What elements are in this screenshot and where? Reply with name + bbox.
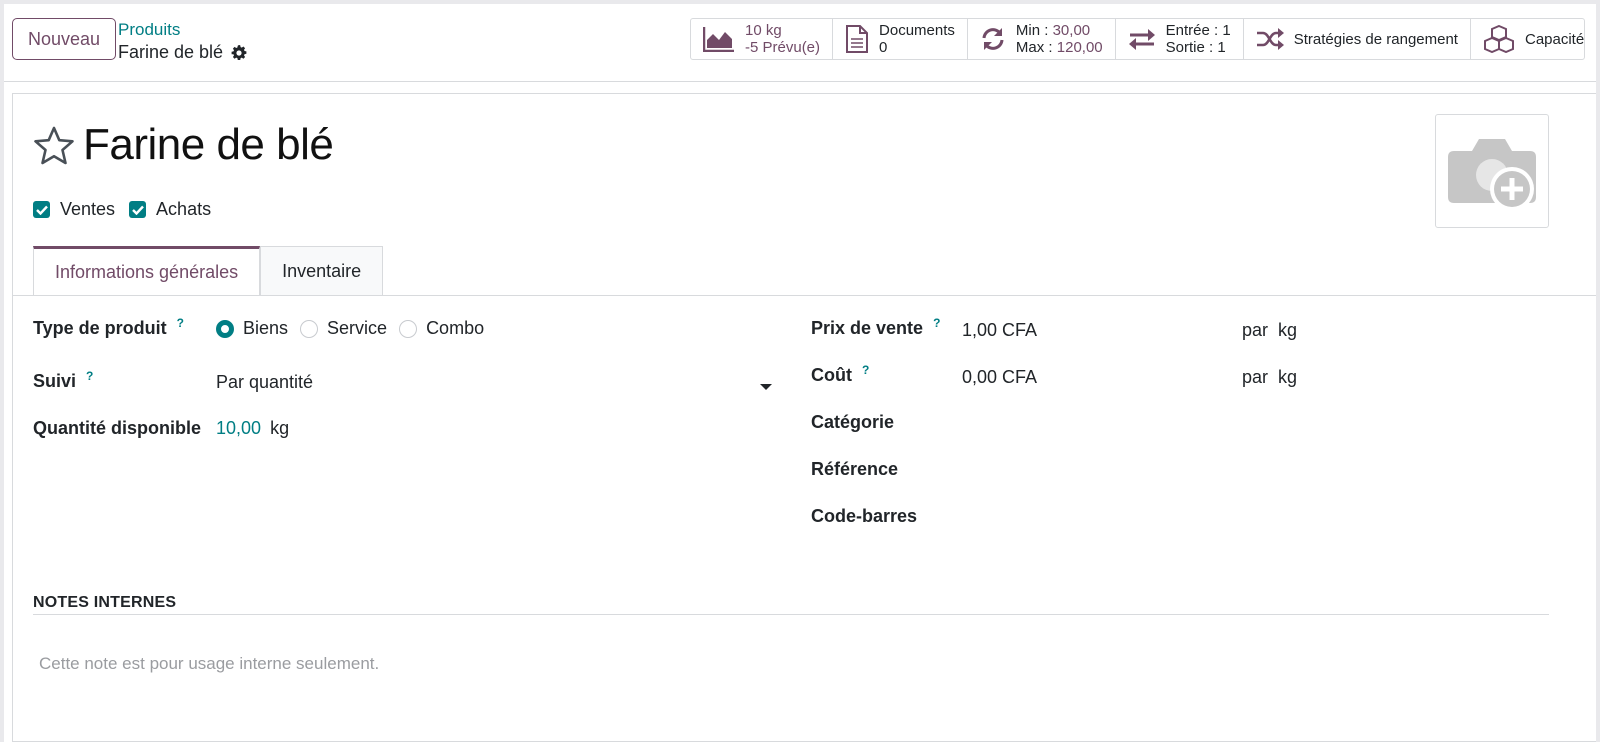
product-type-label-text: Type de produit	[33, 318, 167, 338]
radio-service-dot	[300, 319, 319, 338]
forecast-onhand: 10 kg	[745, 22, 782, 39]
moves-in: Entrée : 1	[1165, 22, 1231, 39]
reorder-min: Min : 30,00	[1016, 22, 1103, 39]
reorder-min-value: 30,00	[1052, 22, 1091, 39]
cost-label-text: Coût	[811, 365, 852, 385]
radio-goods-label: Biens	[243, 318, 289, 338]
cubes-icon	[1483, 25, 1514, 53]
breadcrumb-products[interactable]: Produits	[118, 20, 180, 40]
qty-available-label: Quantité disponible	[33, 418, 202, 438]
purchase-checkbox[interactable]	[129, 201, 147, 218]
radio-service-label: Service	[327, 318, 388, 338]
star-icon[interactable]	[33, 125, 75, 167]
record-title: Farine de blé	[118, 42, 247, 63]
tab-inventory[interactable]: Inventaire	[260, 246, 384, 296]
capacity-label: Capacité	[1524, 30, 1585, 48]
area-chart-icon	[703, 27, 734, 52]
cost-unit: kg	[1278, 367, 1298, 387]
documents-count: 0	[879, 39, 888, 56]
new-button[interactable]: Nouveau	[12, 18, 116, 60]
sale-price-input[interactable]: 1,00 CFA	[962, 320, 1037, 341]
check-icon	[131, 205, 144, 215]
record-title-text: Farine de blé	[118, 42, 224, 62]
help-icon[interactable]: ?	[177, 316, 184, 330]
radio-service[interactable]: Service	[300, 318, 387, 339]
smart-buttons: 10 kg -5 Prévu(e) Documents 0 Min: 30,0…	[690, 18, 1586, 60]
sales-checkbox[interactable]	[33, 201, 50, 218]
product-image-upload[interactable]	[1435, 114, 1549, 228]
help-icon[interactable]: ?	[86, 369, 93, 383]
capacity-smart-button[interactable]: Capacité	[1471, 19, 1584, 59]
reordering-smart-button[interactable]: Min : 30,00 Max : 120,00	[968, 19, 1116, 59]
cost-uom: par kg	[1242, 367, 1297, 388]
sale-price-uom: par kg	[1242, 320, 1297, 341]
reference-label: Référence	[811, 459, 899, 479]
tab-divider	[13, 295, 1596, 296]
documents-smart-button[interactable]: Documents 0	[833, 19, 968, 59]
internal-notes-divider	[33, 614, 1549, 615]
cost-input[interactable]: 0,00 CFA	[962, 367, 1037, 388]
help-icon[interactable]: ?	[933, 316, 940, 330]
radio-combo-label: Combo	[426, 318, 485, 338]
form-sheet: Farine de blé Ventes Achats Informations…	[12, 93, 1596, 742]
purchase-label: Achats	[156, 199, 212, 219]
cost-per: par	[1242, 367, 1269, 387]
internal-notes-heading: NOTES INTERNES	[33, 594, 177, 611]
forecast-smart-button[interactable]: 10 kg -5 Prévu(e)	[691, 19, 834, 59]
category-label: Catégorie	[811, 412, 895, 432]
refresh-icon	[982, 28, 1004, 50]
qty-available-value: 10,00 kg	[216, 418, 289, 439]
reorder-max: Max : 120,00	[1016, 39, 1103, 56]
putaway-smart-button[interactable]: Stratégies de rangement	[1244, 19, 1471, 59]
camera-plus-icon	[1448, 139, 1536, 211]
radio-goods-dot	[216, 319, 234, 338]
internal-notes-input[interactable]: Cette note est pour usage interne seulem…	[39, 654, 379, 674]
sale-price-unit: kg	[1278, 320, 1298, 340]
reorder-max-label: Max :	[1015, 39, 1053, 56]
qty-available-unit: kg	[270, 418, 290, 438]
barcode-label: Code-barres	[811, 506, 918, 526]
app-frame: Nouveau Produits Farine de blé 10 kg -5 …	[4, 4, 1596, 742]
tracking-label-text: Suivi	[33, 371, 77, 391]
radio-combo[interactable]: Combo	[399, 318, 484, 339]
forecast-planned: -5 Prévu(e)	[745, 39, 821, 56]
check-icon	[35, 205, 48, 215]
moves-out: Sortie : 1	[1165, 39, 1226, 56]
notebook-tabs: Informations générales Inventaire	[33, 246, 384, 296]
product-name[interactable]: Farine de blé	[83, 120, 334, 170]
reorder-min-label: Min :	[1015, 22, 1049, 39]
tab-general-information[interactable]: Informations générales	[33, 246, 261, 296]
exchange-icon	[1128, 29, 1155, 50]
chevron-down-icon[interactable]	[760, 384, 772, 390]
documents-label: Documents	[879, 22, 955, 39]
help-icon[interactable]: ?	[862, 363, 869, 377]
moves-smart-button[interactable]: Entrée : 1 Sortie : 1	[1116, 19, 1244, 59]
tracking-label: Suivi?	[33, 369, 93, 392]
gear-icon[interactable]	[231, 44, 247, 61]
sale-price-per: par	[1242, 320, 1269, 340]
sale-price-label: Prix de vente?	[811, 316, 940, 339]
radio-goods[interactable]: Biens	[216, 318, 288, 339]
cost-label: Coût?	[811, 363, 869, 386]
random-icon	[1256, 28, 1284, 50]
sales-label: Ventes	[60, 199, 116, 219]
document-icon	[846, 25, 869, 53]
radio-combo-dot	[399, 319, 418, 338]
sale-price-label-text: Prix de vente	[811, 318, 924, 338]
tracking-select[interactable]: Par quantité	[216, 372, 313, 393]
product-type-radio-group: Biens Service Combo	[216, 318, 496, 339]
control-panel: Nouveau Produits Farine de blé 10 kg -5 …	[4, 4, 1596, 82]
putaway-label: Stratégies de rangement	[1293, 30, 1458, 48]
qty-available-number[interactable]: 10,00	[216, 418, 261, 438]
product-type-label: Type de produit?	[33, 316, 184, 339]
sale-purchase-checks: Ventes Achats	[33, 199, 225, 220]
reorder-max-value: 120,00	[1056, 39, 1103, 56]
